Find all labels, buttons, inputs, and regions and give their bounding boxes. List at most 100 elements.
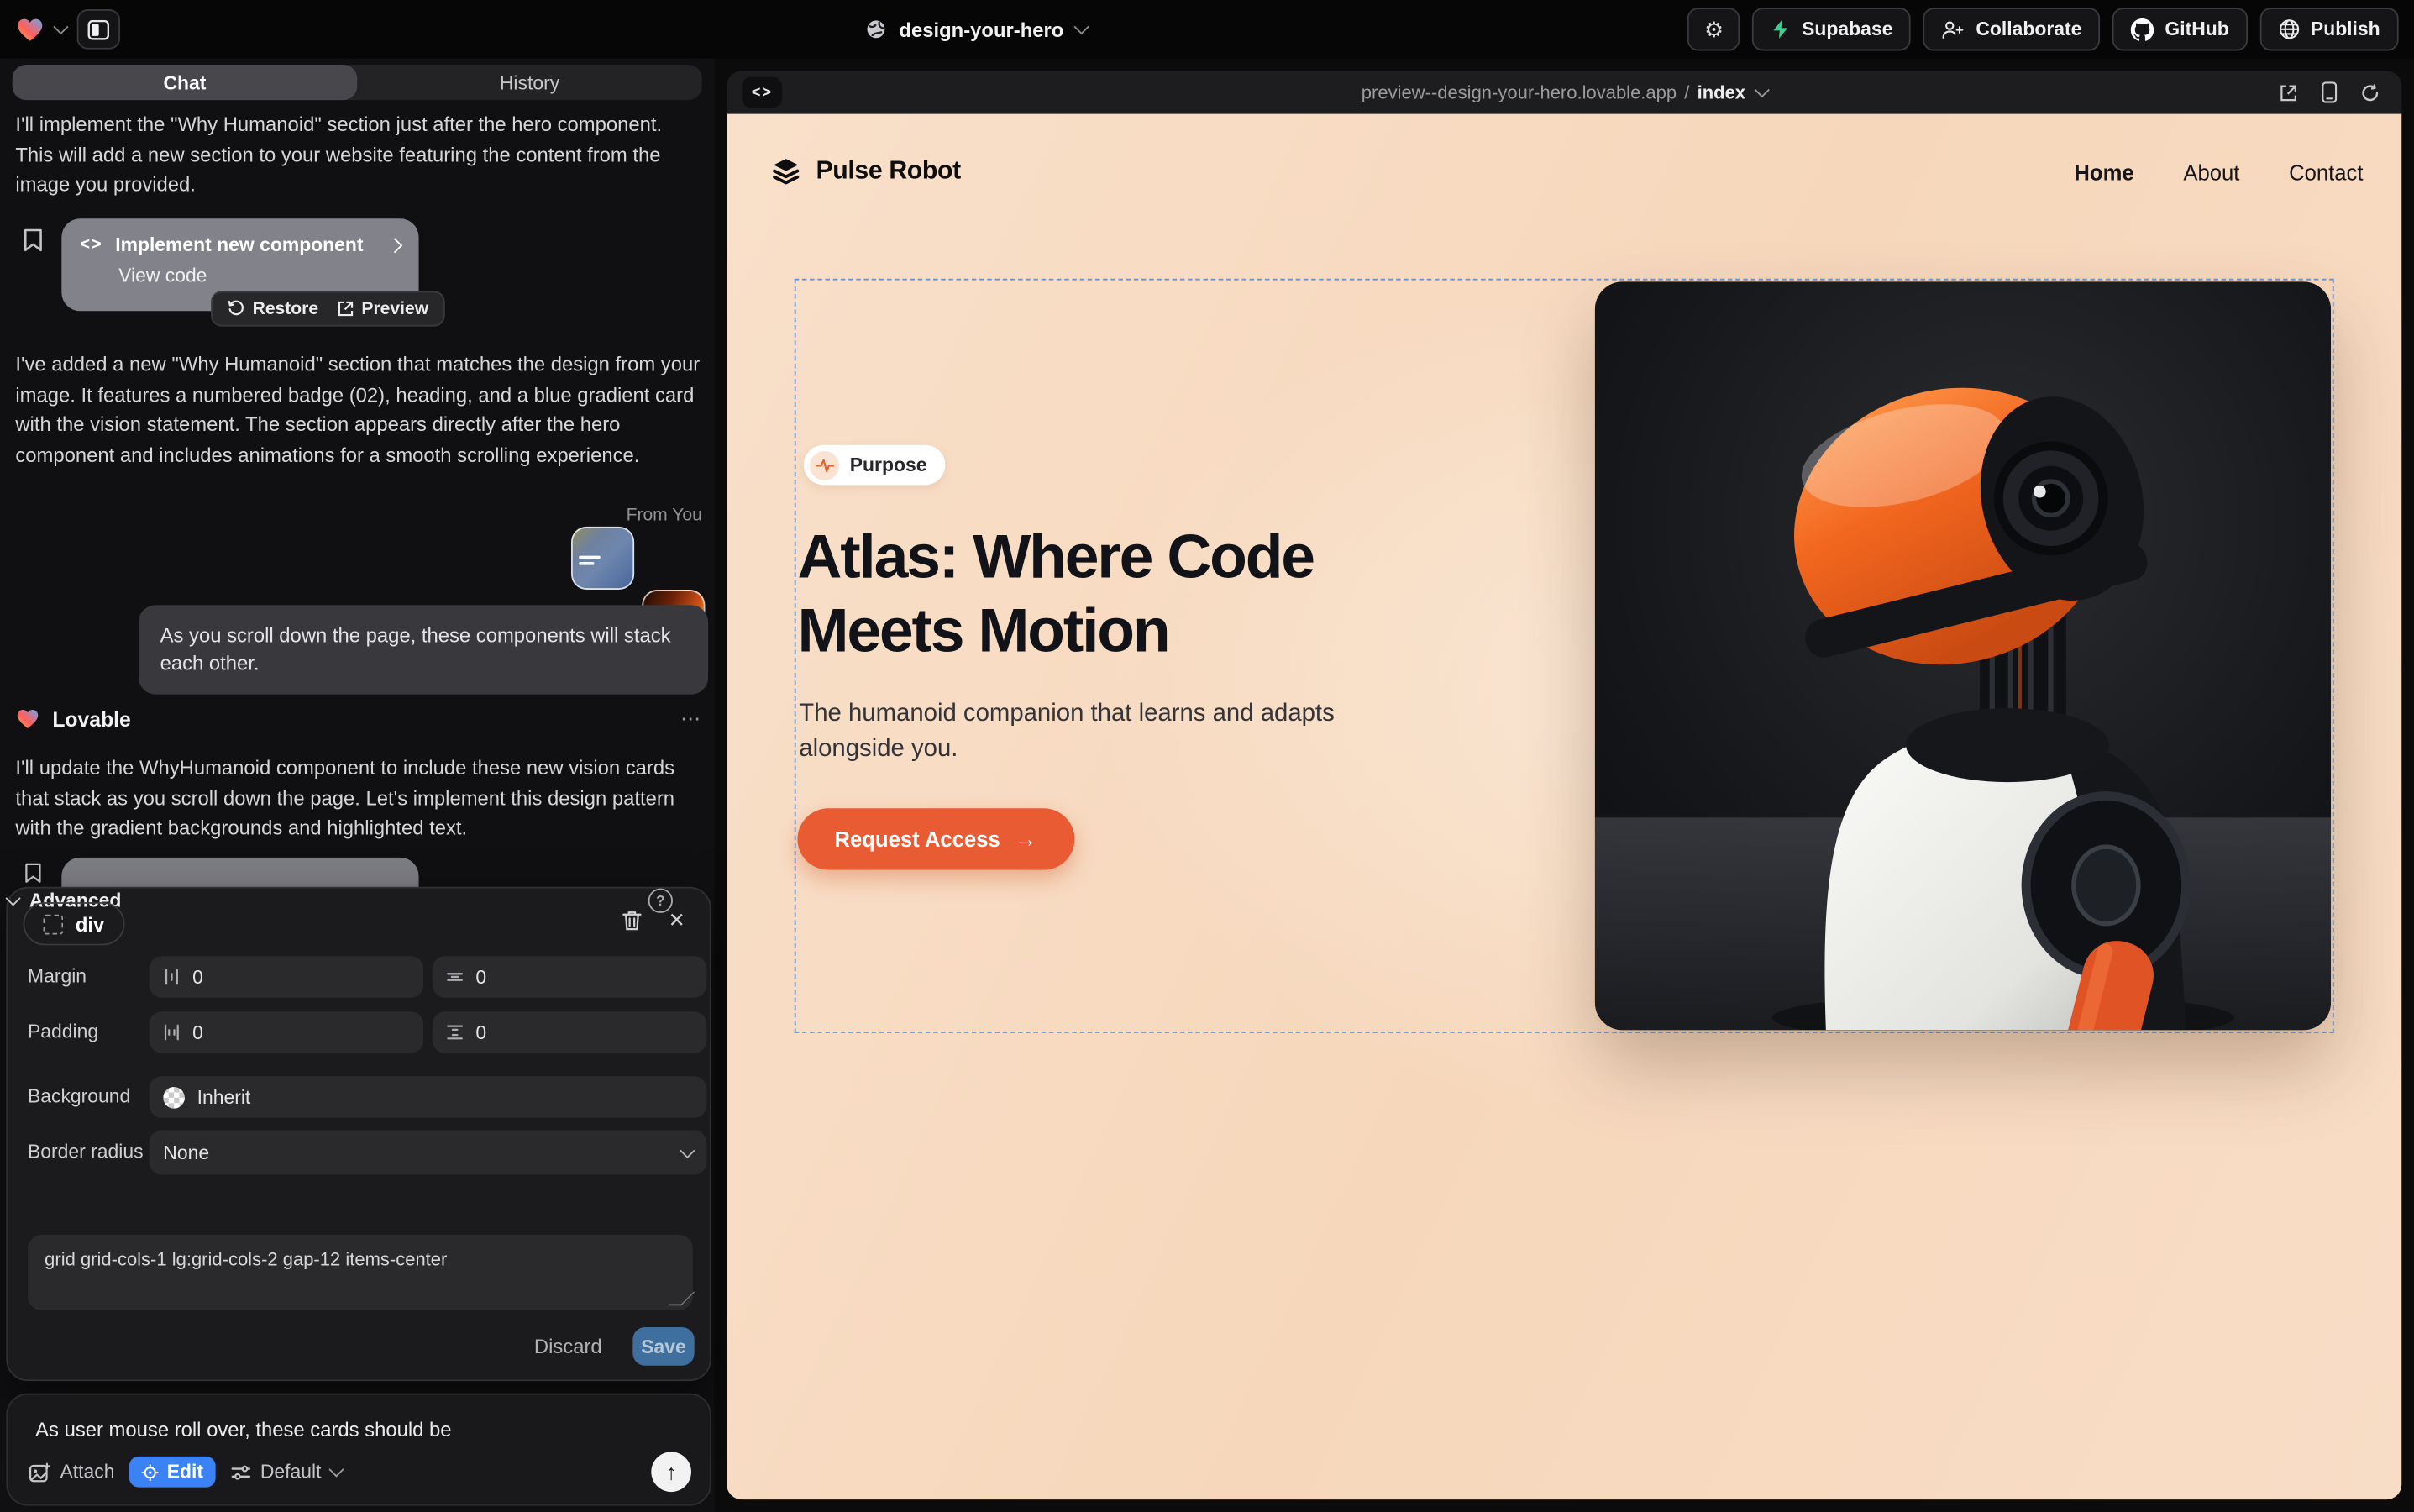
code-view-toggle[interactable]: <> (742, 77, 800, 108)
site-logo[interactable]: Pulse Robot (769, 155, 960, 187)
hero-subheading: The humanoid companion that learns and a… (799, 697, 1384, 766)
collaborate-label: Collaborate (1976, 18, 2081, 40)
margin-y-input[interactable]: 0 (433, 956, 706, 997)
gear-icon: ⚙ (1704, 16, 1724, 42)
select-chevron-down-icon (680, 1142, 695, 1158)
pulse-icon-wrap (810, 450, 839, 480)
publish-globe-icon (2278, 18, 2300, 40)
supabase-button[interactable]: Supabase (1752, 8, 1911, 50)
margin-vertical-icon (447, 969, 464, 985)
assistant-message-3: I'll update the WhyHumanoid component to… (15, 753, 701, 843)
chevron-right-icon (387, 237, 402, 252)
edit-mode-button[interactable]: Edit (130, 1457, 216, 1488)
margin-label: Margin (28, 965, 87, 987)
preview-url[interactable]: preview--design-your-hero.lovable.app / … (727, 71, 2401, 113)
preview-button[interactable]: Preview (337, 300, 428, 318)
discard-button[interactable]: Discard (534, 1335, 602, 1357)
github-icon (2131, 18, 2154, 40)
github-label: GitHub (2165, 18, 2228, 40)
restore-preview-toolbar: Restore Preview (211, 291, 445, 326)
panel-left-icon (87, 19, 109, 39)
padding-y-input[interactable]: 0 (433, 1011, 706, 1053)
collaborate-users-icon (1942, 19, 1965, 39)
restore-button[interactable]: Restore (228, 300, 318, 318)
supabase-label: Supabase (1802, 18, 1892, 40)
mode-selector[interactable]: Default (231, 1461, 341, 1483)
code-toggle-icon: <> (742, 77, 782, 108)
tab-history[interactable]: History (357, 65, 702, 100)
arrow-right-icon: → (1014, 826, 1036, 852)
margin-horizontal-icon (163, 969, 180, 985)
open-in-new-tab-icon[interactable] (2279, 82, 2299, 102)
publish-label: Publish (2311, 18, 2380, 40)
request-access-button[interactable]: Request Access → (797, 808, 1073, 869)
assistant-name: Lovable (52, 707, 131, 730)
selected-element-chip[interactable]: div (23, 902, 124, 945)
background-swatch (163, 1086, 185, 1108)
element-outline-icon (43, 914, 63, 934)
resize-handle[interactable] (668, 1292, 695, 1305)
component-card-title: Implement new component (115, 234, 363, 256)
margin-x-input[interactable]: 0 (150, 956, 423, 997)
nav-home[interactable]: Home (2074, 160, 2133, 185)
external-link-icon (337, 300, 354, 317)
send-arrow-icon: ↑ (666, 1460, 677, 1484)
background-input[interactable]: Inherit (150, 1076, 707, 1117)
supabase-bolt-icon (1771, 18, 1791, 40)
delete-element-trash-icon[interactable] (622, 910, 642, 932)
background-label: Background (28, 1085, 130, 1107)
restore-icon (228, 300, 244, 317)
github-button[interactable]: GitHub (2112, 8, 2248, 50)
mobile-view-icon[interactable] (2322, 81, 2337, 103)
message-menu-ellipsis-icon[interactable]: ⋯ (680, 706, 702, 731)
sidebar-toggle-button[interactable] (77, 9, 120, 50)
tab-chat[interactable]: Chat (13, 65, 358, 100)
nav-about[interactable]: About (2183, 160, 2239, 185)
padding-x-input[interactable]: 0 (150, 1011, 423, 1053)
refresh-icon[interactable] (2360, 82, 2380, 102)
publish-button[interactable]: Publish (2259, 8, 2398, 50)
advanced-classes-textarea[interactable]: grid grid-cols-1 lg:grid-cols-2 gap-12 i… (28, 1235, 693, 1310)
assistant-message-1: I'll implement the "Why Humanoid" sectio… (15, 109, 701, 199)
sliders-icon (231, 1463, 251, 1480)
project-switcher[interactable]: design-your-hero (865, 0, 1087, 59)
save-button[interactable]: Save (632, 1327, 694, 1366)
border-radius-select[interactable]: None (150, 1130, 707, 1174)
composer-draft-text[interactable]: As user mouse roll over, these cards sho… (35, 1418, 682, 1441)
from-you-label: From You (15, 507, 701, 525)
pulse-icon (816, 456, 834, 473)
site-nav: Home About Contact (2074, 160, 2363, 185)
chat-composer[interactable]: As user mouse roll over, these cards sho… (6, 1394, 711, 1506)
brand-name: Pulse Robot (816, 157, 960, 186)
send-button[interactable]: ↑ (651, 1452, 691, 1492)
attach-image-icon (29, 1462, 51, 1482)
view-code-link[interactable]: View code (118, 265, 400, 286)
padding-vertical-icon (447, 1024, 464, 1041)
hero-robot-image (1595, 281, 2331, 1030)
nav-contact[interactable]: Contact (2289, 160, 2363, 185)
badge-label: Purpose (850, 454, 927, 476)
element-inspector-panel: div ✕ Margin 0 0 Padding 0 (6, 887, 711, 1381)
robot-illustration (1595, 281, 2331, 1030)
site-viewport: Pulse Robot Home About Contact Purpose A… (727, 114, 2401, 1500)
workspace-chevron-down-icon[interactable] (53, 19, 68, 34)
project-name: design-your-hero (899, 18, 1063, 40)
settings-button[interactable]: ⚙ (1687, 8, 1740, 50)
project-chevron-down-icon (1073, 19, 1089, 34)
close-panel-icon[interactable]: ✕ (669, 908, 685, 932)
padding-horizontal-icon (163, 1024, 180, 1041)
lovable-logo-icon[interactable] (15, 14, 45, 44)
url-chevron-down-icon (1754, 82, 1769, 97)
bookmark-icon-2 (23, 862, 43, 884)
attach-button[interactable]: Attach (29, 1461, 115, 1483)
element-tag: div (76, 912, 104, 935)
lovable-heart-icon (15, 706, 39, 731)
mode-chevron-down-icon (328, 1462, 344, 1477)
url-page: index (1698, 81, 1745, 103)
collaborate-button[interactable]: Collaborate (1923, 8, 2100, 50)
layers-icon (769, 155, 801, 187)
bookmark-icon[interactable] (23, 228, 43, 252)
attachment-thumbnail-blue[interactable] (571, 527, 634, 590)
assistant-message-2: I've added a new "Why Humanoid" section … (15, 349, 701, 470)
user-quote-bubble: As you scroll down the page, these compo… (139, 605, 708, 694)
